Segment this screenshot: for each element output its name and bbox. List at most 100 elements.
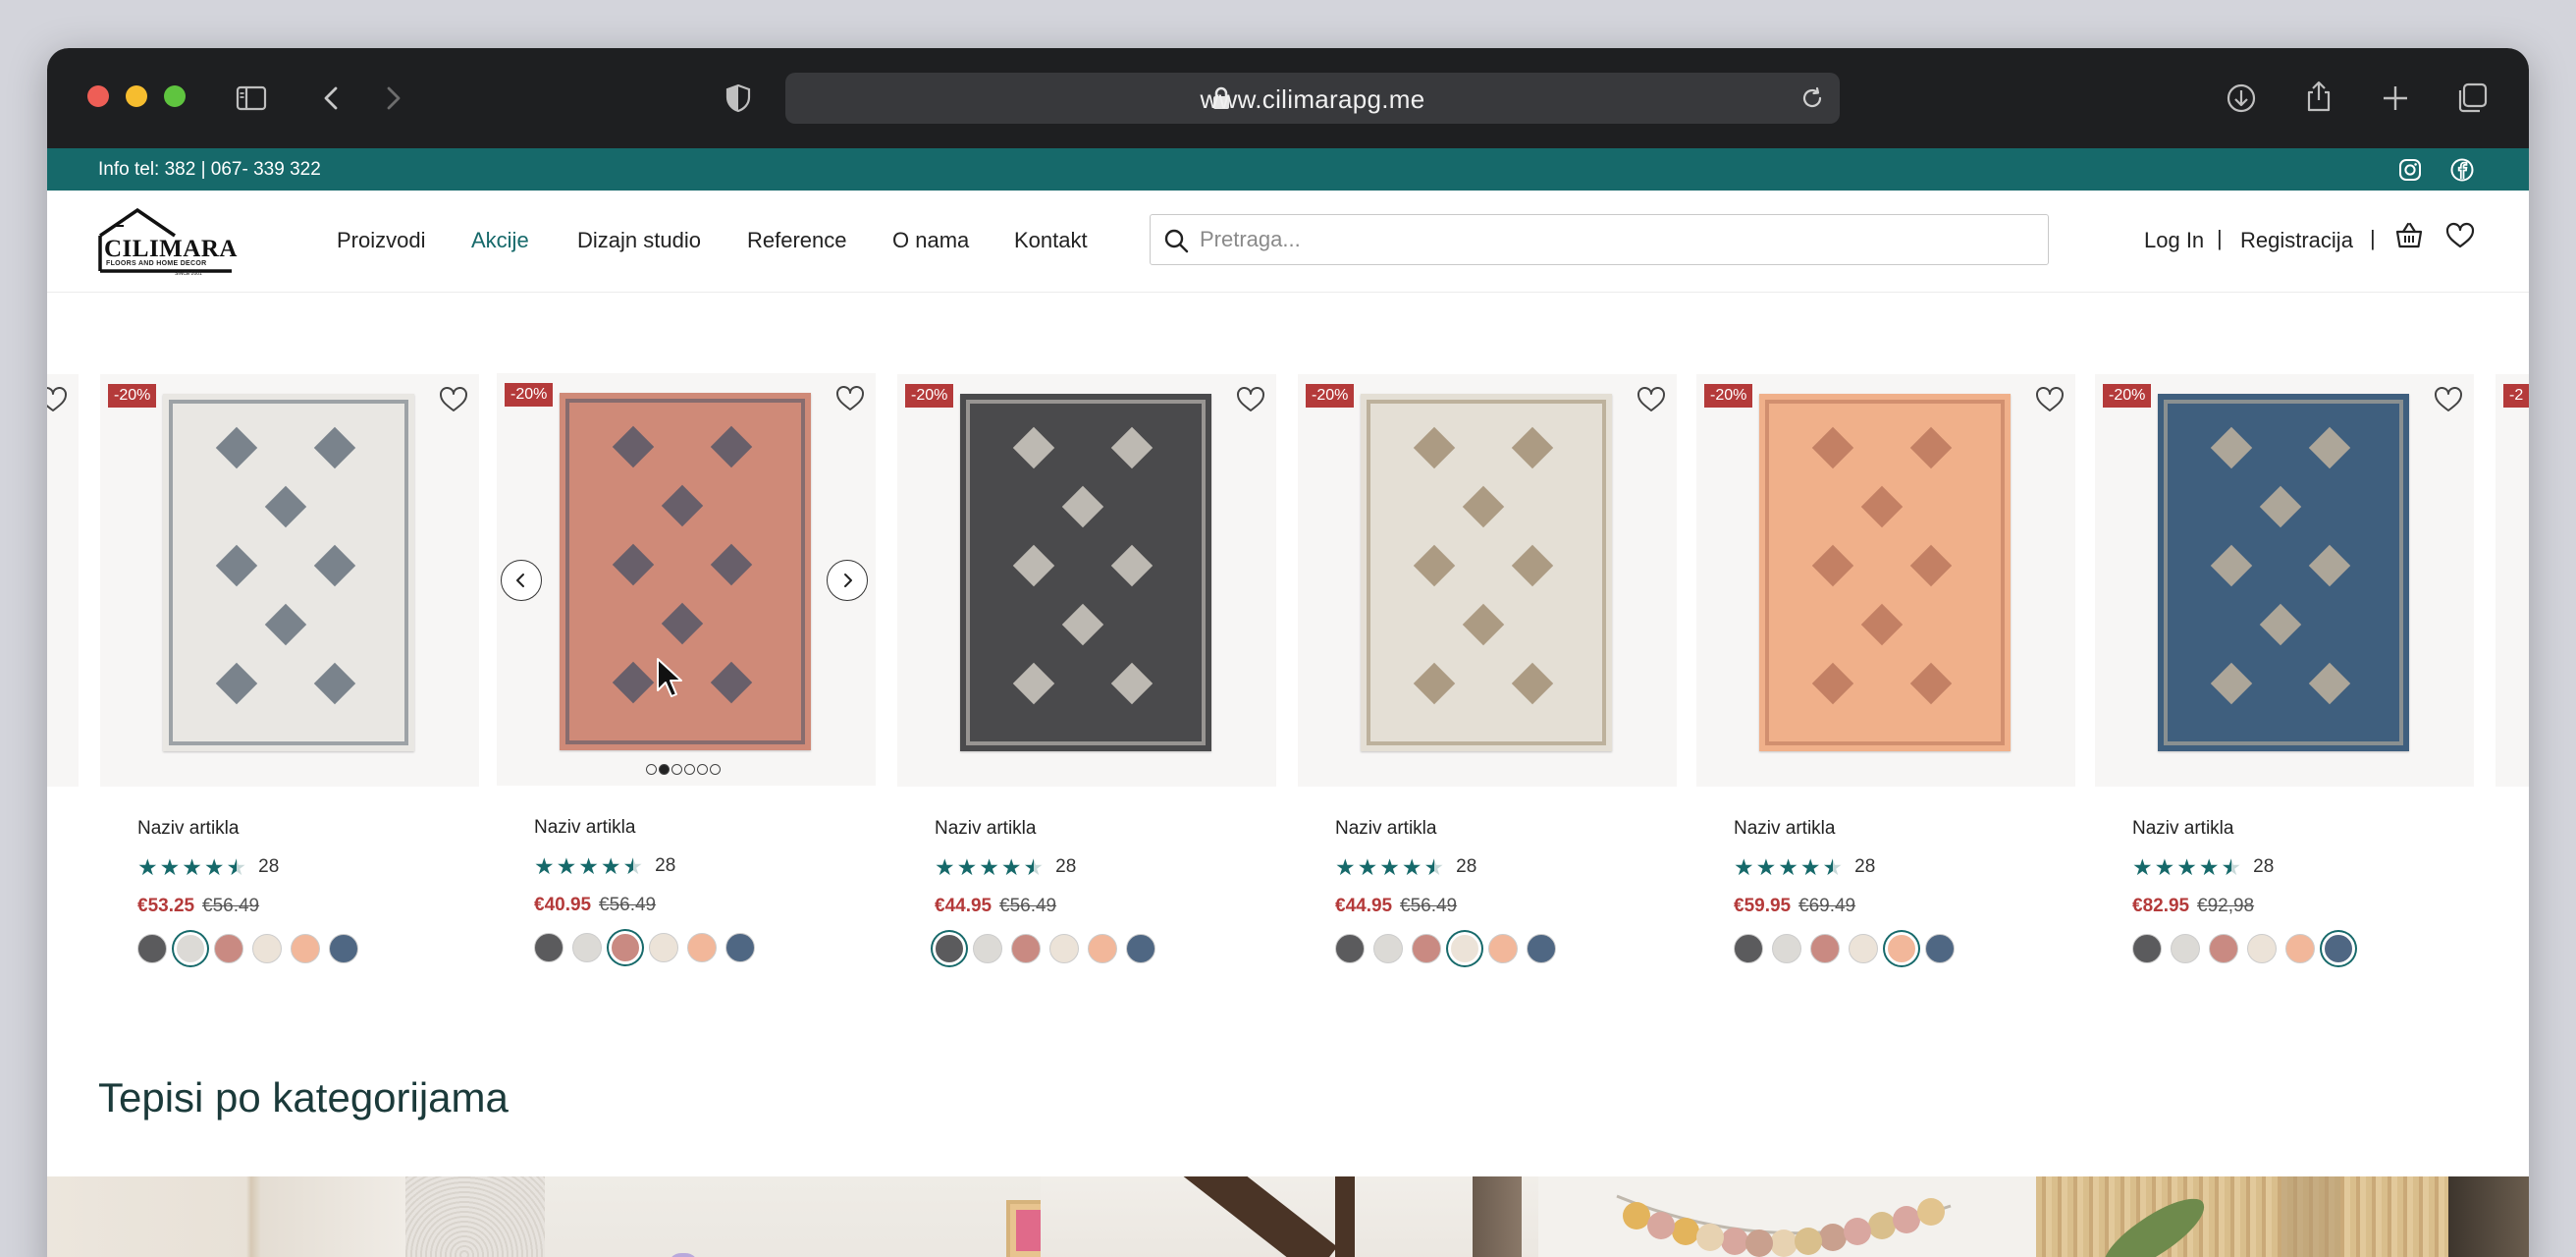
new-tab-icon[interactable] xyxy=(2374,77,2417,120)
color-swatch[interactable] xyxy=(973,934,1002,963)
color-swatch[interactable] xyxy=(2171,934,2200,963)
category-tile[interactable] xyxy=(1041,1176,1538,1257)
minimize-window-button[interactable] xyxy=(126,85,147,107)
color-swatch[interactable] xyxy=(2132,934,2162,963)
wishlist-heart-icon[interactable] xyxy=(2433,384,2464,415)
wishlist-heart-icon[interactable] xyxy=(2034,384,2066,415)
color-swatch[interactable] xyxy=(252,934,282,963)
carousel-next-button[interactable] xyxy=(827,560,868,601)
forward-icon[interactable] xyxy=(371,77,414,120)
original-price: €69.49 xyxy=(1798,896,1856,916)
category-tile[interactable] xyxy=(47,1176,545,1257)
pagination-dot[interactable] xyxy=(659,764,670,775)
color-swatch[interactable] xyxy=(725,933,755,962)
maximize-window-button[interactable] xyxy=(164,85,186,107)
instagram-icon[interactable] xyxy=(2397,157,2423,183)
color-swatch[interactable] xyxy=(1450,934,1479,963)
shield-icon[interactable] xyxy=(717,77,760,120)
nav-item-reference[interactable]: Reference xyxy=(747,228,847,253)
color-swatch[interactable] xyxy=(687,933,717,962)
color-swatch[interactable] xyxy=(1049,934,1079,963)
category-tile[interactable] xyxy=(545,1176,1041,1257)
color-swatch[interactable] xyxy=(935,934,964,963)
color-swatch[interactable] xyxy=(176,934,205,963)
color-swatch[interactable] xyxy=(2209,934,2238,963)
share-icon[interactable] xyxy=(2297,75,2340,118)
reload-icon[interactable] xyxy=(1798,84,1826,112)
address-bar[interactable]: www.cilimarapg.me xyxy=(785,73,1840,124)
color-swatch[interactable] xyxy=(1126,934,1155,963)
carousel-prev-button[interactable] xyxy=(501,560,542,601)
nav-item-kontakt[interactable]: Kontakt xyxy=(1014,228,1088,253)
pagination-dot[interactable] xyxy=(671,764,682,775)
pagination-dot[interactable] xyxy=(710,764,721,775)
back-icon[interactable] xyxy=(310,77,353,120)
color-swatch[interactable] xyxy=(137,934,167,963)
color-swatch[interactable] xyxy=(611,933,640,962)
star-icon: ★ xyxy=(1379,854,1400,880)
download-icon[interactable] xyxy=(2220,77,2263,120)
product-name[interactable]: Naziv artikla xyxy=(534,817,635,839)
product-image[interactable]: -20% xyxy=(897,374,1276,787)
pagination-dot[interactable] xyxy=(697,764,708,775)
color-swatch[interactable] xyxy=(1088,934,1117,963)
pagination-dot[interactable] xyxy=(646,764,657,775)
register-link[interactable]: Registracija xyxy=(2240,228,2353,253)
site-logo[interactable]: CILIMARA FLOORS AND HOME DECOR SINCE 200… xyxy=(98,206,237,277)
review-count: 28 xyxy=(1055,856,1077,877)
category-tile[interactable] xyxy=(2036,1176,2529,1257)
product-image[interactable]: -20% xyxy=(1298,374,1677,787)
color-swatch[interactable] xyxy=(1887,934,1916,963)
color-swatch[interactable] xyxy=(1772,934,1801,963)
tabs-icon[interactable] xyxy=(2450,77,2494,120)
color-swatch[interactable] xyxy=(1527,934,1556,963)
color-swatch[interactable] xyxy=(649,933,678,962)
sidebar-icon[interactable] xyxy=(230,77,273,120)
product-name[interactable]: Naziv artikla xyxy=(2132,818,2233,840)
color-swatch[interactable] xyxy=(1925,934,1955,963)
color-swatch[interactable] xyxy=(214,934,243,963)
product-name[interactable]: Naziv artikla xyxy=(137,818,239,840)
facebook-icon[interactable] xyxy=(2449,157,2475,183)
color-swatch[interactable] xyxy=(1412,934,1441,963)
color-swatch[interactable] xyxy=(2324,934,2353,963)
color-swatch[interactable] xyxy=(534,933,564,962)
color-swatch[interactable] xyxy=(2247,934,2277,963)
category-tile[interactable] xyxy=(1538,1176,2036,1257)
basket-icon[interactable] xyxy=(2393,220,2425,251)
product-name[interactable]: Naziv artikla xyxy=(1734,818,1835,840)
nav-item-proizvodi[interactable]: Proizvodi xyxy=(337,228,425,253)
product-image[interactable]: -20% xyxy=(100,374,479,787)
color-swatch[interactable] xyxy=(572,933,602,962)
search-icon[interactable] xyxy=(1162,227,1190,254)
color-swatch[interactable] xyxy=(1335,934,1365,963)
wishlist-heart-icon[interactable] xyxy=(1235,384,1266,415)
wishlist-heart-icon[interactable] xyxy=(834,383,866,414)
color-swatch[interactable] xyxy=(2285,934,2315,963)
nav-item-akcije[interactable]: Akcije xyxy=(471,228,529,253)
color-swatch[interactable] xyxy=(1810,934,1840,963)
close-window-button[interactable] xyxy=(87,85,109,107)
wishlist-heart-icon[interactable] xyxy=(2444,220,2476,251)
rug-border xyxy=(565,399,805,744)
product-image[interactable]: -20% xyxy=(497,373,876,786)
product-image[interactable]: -20% xyxy=(1696,374,2075,787)
browser-toolbar: www.cilimarapg.me xyxy=(47,48,2529,148)
nav-item-dizajn-studio[interactable]: Dizajn studio xyxy=(577,228,701,253)
pagination-dot[interactable] xyxy=(684,764,695,775)
product-name[interactable]: Naziv artikla xyxy=(1335,818,1436,840)
color-swatch[interactable] xyxy=(1734,934,1763,963)
color-swatch[interactable] xyxy=(1488,934,1518,963)
product-image[interactable]: -20% xyxy=(2095,374,2474,787)
color-swatch[interactable] xyxy=(1011,934,1041,963)
color-swatch[interactable] xyxy=(329,934,358,963)
product-name[interactable]: Naziv artikla xyxy=(935,818,1036,840)
nav-item-o-nama[interactable]: O nama xyxy=(892,228,969,253)
login-link[interactable]: Log In xyxy=(2144,228,2204,253)
wishlist-heart-icon[interactable] xyxy=(1636,384,1667,415)
color-swatch[interactable] xyxy=(291,934,320,963)
color-swatch[interactable] xyxy=(1373,934,1403,963)
search-input[interactable] xyxy=(1200,215,2024,263)
wishlist-heart-icon[interactable] xyxy=(438,384,469,415)
color-swatch[interactable] xyxy=(1849,934,1878,963)
